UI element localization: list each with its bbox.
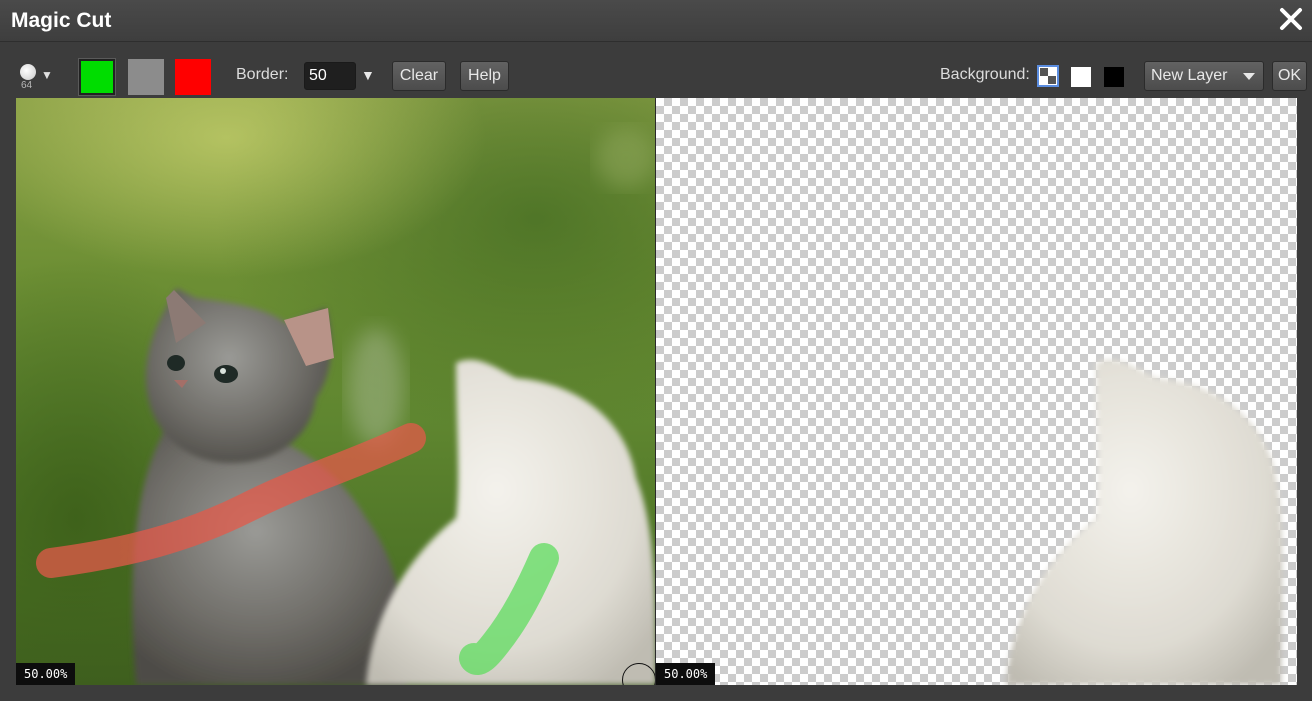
- background-swatch[interactable]: [175, 59, 211, 95]
- result-canvas: 50.00%: [656, 98, 1297, 685]
- result-zoom-label: 50.00%: [656, 663, 716, 685]
- brush-icon: [20, 64, 36, 80]
- chevron-down-icon: ▼: [41, 68, 53, 82]
- chevron-down-icon: ▼: [361, 67, 375, 83]
- help-button[interactable]: Help: [460, 61, 509, 91]
- chevron-down-icon: [1243, 73, 1255, 80]
- border-label: Border:: [236, 66, 289, 83]
- background-black-option[interactable]: [1104, 67, 1124, 87]
- source-canvas[interactable]: 50.00%: [16, 98, 656, 685]
- cutout-preview: [1006, 359, 1283, 685]
- layer-select[interactable]: New Layer: [1144, 61, 1264, 91]
- close-button[interactable]: [1276, 4, 1306, 34]
- toolbar: 64 ▼ Border: ▼ Clear Help Background: Ne…: [0, 42, 1312, 98]
- border-dropdown-toggle[interactable]: ▼: [361, 67, 375, 83]
- background-label: Background:: [940, 66, 1030, 83]
- window-title: Magic Cut: [11, 9, 112, 32]
- background-white-option[interactable]: [1071, 67, 1091, 87]
- source-photo: [36, 128, 656, 685]
- source-zoom-label: 50.00%: [16, 663, 76, 685]
- unknown-swatch[interactable]: [128, 59, 164, 95]
- clear-button[interactable]: Clear: [392, 61, 446, 91]
- foreground-swatch[interactable]: [78, 58, 116, 96]
- brush-size-picker[interactable]: 64 ▼: [18, 62, 58, 96]
- ok-button[interactable]: OK: [1272, 61, 1307, 91]
- background-transparent-option[interactable]: [1037, 65, 1059, 87]
- bottom-strip: [0, 685, 1312, 701]
- border-input[interactable]: [304, 62, 356, 90]
- layer-select-value: New Layer: [1151, 67, 1228, 84]
- brush-size-label: 64: [21, 80, 33, 91]
- close-icon: [1280, 8, 1302, 30]
- title-bar: Magic Cut: [0, 0, 1312, 42]
